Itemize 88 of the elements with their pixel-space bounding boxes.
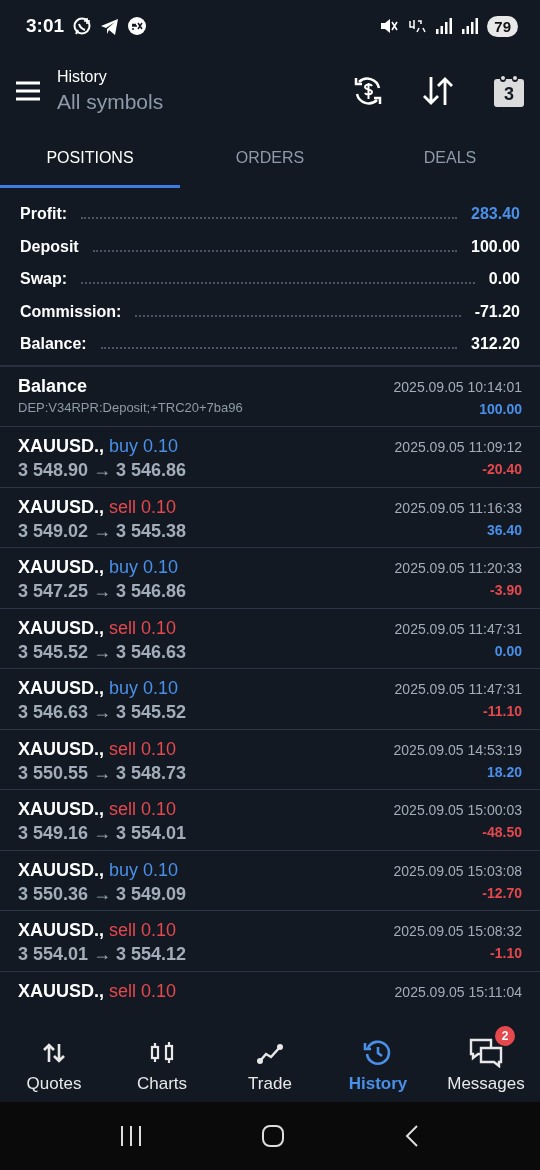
entry-profit: 18.20 (486, 763, 522, 780)
history-clock-icon (363, 1039, 393, 1067)
trade-title: XAUUSD., sell 0.10 (18, 617, 178, 639)
price-change: 3 554.01 → 3 554.12 (18, 944, 187, 965)
recent-apps-button[interactable] (119, 1125, 142, 1147)
sort-button[interactable] (422, 75, 454, 107)
summary-value: 100.00 (471, 237, 520, 256)
line-chart-icon (256, 1041, 284, 1065)
currency-exchange-button[interactable] (352, 75, 384, 107)
entry-profit: -1.10 (490, 945, 522, 961)
trade-title: XAUUSD., buy 0.10 (18, 859, 180, 881)
entry-time: 2025.09.05 11:09:12 (394, 439, 522, 455)
price-change: 3 547.25 → 3 546.86 (18, 581, 187, 602)
unread-badge: 2 (495, 1026, 515, 1046)
signal-icon (461, 17, 480, 35)
entry-profit: 36.40 (486, 521, 522, 538)
summary-value: 283.40 (471, 205, 520, 224)
price-change: 3 549.16 → 3 554.01 (18, 823, 187, 844)
entry-time: 2025.09.05 11:16:33 (394, 499, 522, 516)
entry-profit: -11.10 (483, 703, 522, 719)
signal-icon (435, 17, 454, 35)
paper-plane-icon (100, 16, 120, 36)
entry-time: 2025.09.05 14:53:19 (393, 741, 522, 758)
trade-title: XAUUSD., sell 0.10 (18, 738, 178, 760)
nav-tab[interactable]: Trade (216, 1030, 324, 1102)
home-icon (261, 1124, 285, 1148)
trade-title: XAUUSD., buy 0.10 (18, 557, 180, 578)
back-icon (404, 1125, 421, 1147)
tab[interactable]: POSITIONS (0, 130, 180, 188)
trade-title: XAUUSD., sell 0.10 (18, 980, 177, 1002)
entry-profit: -3.90 (490, 582, 522, 598)
summary-value: 312.20 (471, 335, 520, 354)
app-notification-icon (127, 16, 148, 36)
clock: 3:01 (26, 15, 65, 37)
entry-time: 2025.09.05 11:47:31 (394, 620, 522, 637)
trade-title: XAUUSD., buy 0.10 (18, 436, 180, 457)
entry-time: 2025.09.05 15:00:03 (393, 802, 522, 818)
screen-title: History (57, 68, 108, 86)
symbol-filter[interactable]: All symbols (57, 90, 352, 114)
up-down-arrows-icon (43, 1042, 65, 1064)
entry-profit: -12.70 (482, 884, 522, 901)
entry-profit: -20.40 (482, 461, 522, 477)
chat-bubbles-icon (469, 1038, 503, 1068)
summary-label: Profit: (20, 205, 68, 224)
home-button[interactable] (261, 1124, 285, 1148)
nav-tab[interactable]: Charts (108, 1030, 216, 1102)
dollar-refresh-icon (352, 75, 384, 107)
summary-label: Swap: (20, 270, 68, 289)
trade-title: XAUUSD., sell 0.10 (18, 799, 178, 820)
summary-value: -71.20 (474, 302, 520, 321)
price-change: 3 550.55 → 3 548.73 (18, 762, 187, 784)
entry-time: 2025.09.05 15:11:04 (394, 983, 522, 1000)
nav-tab[interactable]: History (324, 1030, 432, 1102)
mobile-data-icon (407, 17, 428, 35)
trade-title: XAUUSD., buy 0.10 (18, 678, 180, 699)
candlestick-icon (150, 1041, 174, 1065)
price-change: 3 550.36 → 3 549.09 (18, 883, 187, 905)
muted-speaker-icon (379, 16, 400, 36)
entry-time: 2025.09.05 15:08:32 (393, 923, 522, 939)
up-down-arrows-icon (422, 75, 454, 107)
entry-time: 2025.09.05 11:47:31 (394, 681, 522, 697)
summary-value: 0.00 (488, 270, 520, 289)
battery-level: 79 (487, 15, 518, 37)
price-change: 3 549.02 → 3 545.38 (18, 520, 187, 542)
entry-time: 2025.09.05 10:14:01 (393, 378, 522, 395)
price-change: 3 548.90 → 3 546.86 (18, 460, 187, 481)
entry-time: 2025.09.05 11:20:33 (394, 560, 522, 576)
summary-label: Balance: (20, 335, 87, 354)
nav-tab[interactable]: Quotes (0, 1030, 108, 1102)
recent-apps-icon (119, 1125, 142, 1147)
entry-profit: 100.00 (479, 400, 522, 417)
summary-label: Deposit (20, 237, 79, 256)
entry-comment: DEP:V34RPR:Deposit;+TRC20+7ba96 (18, 399, 243, 415)
trade-title: XAUUSD., sell 0.10 (18, 920, 178, 941)
entry-profit: 0.00 (494, 642, 522, 659)
tab[interactable]: ORDERS (180, 130, 360, 188)
menu-icon (15, 80, 41, 102)
menu-button[interactable] (15, 80, 41, 102)
back-button[interactable] (404, 1125, 421, 1147)
entry-title: Balance (18, 375, 89, 397)
tab[interactable]: DEALS (360, 130, 540, 188)
price-change: 3 546.63 → 3 545.52 (18, 702, 187, 723)
price-change: 3 545.52 → 3 546.63 (18, 641, 187, 663)
entry-profit: -48.50 (482, 824, 522, 840)
trade-title: XAUUSD., sell 0.10 (18, 496, 178, 518)
summary-label: Commission: (20, 302, 122, 321)
entry-time: 2025.09.05 15:03:08 (393, 862, 522, 879)
chat-notification-icon (72, 16, 93, 36)
